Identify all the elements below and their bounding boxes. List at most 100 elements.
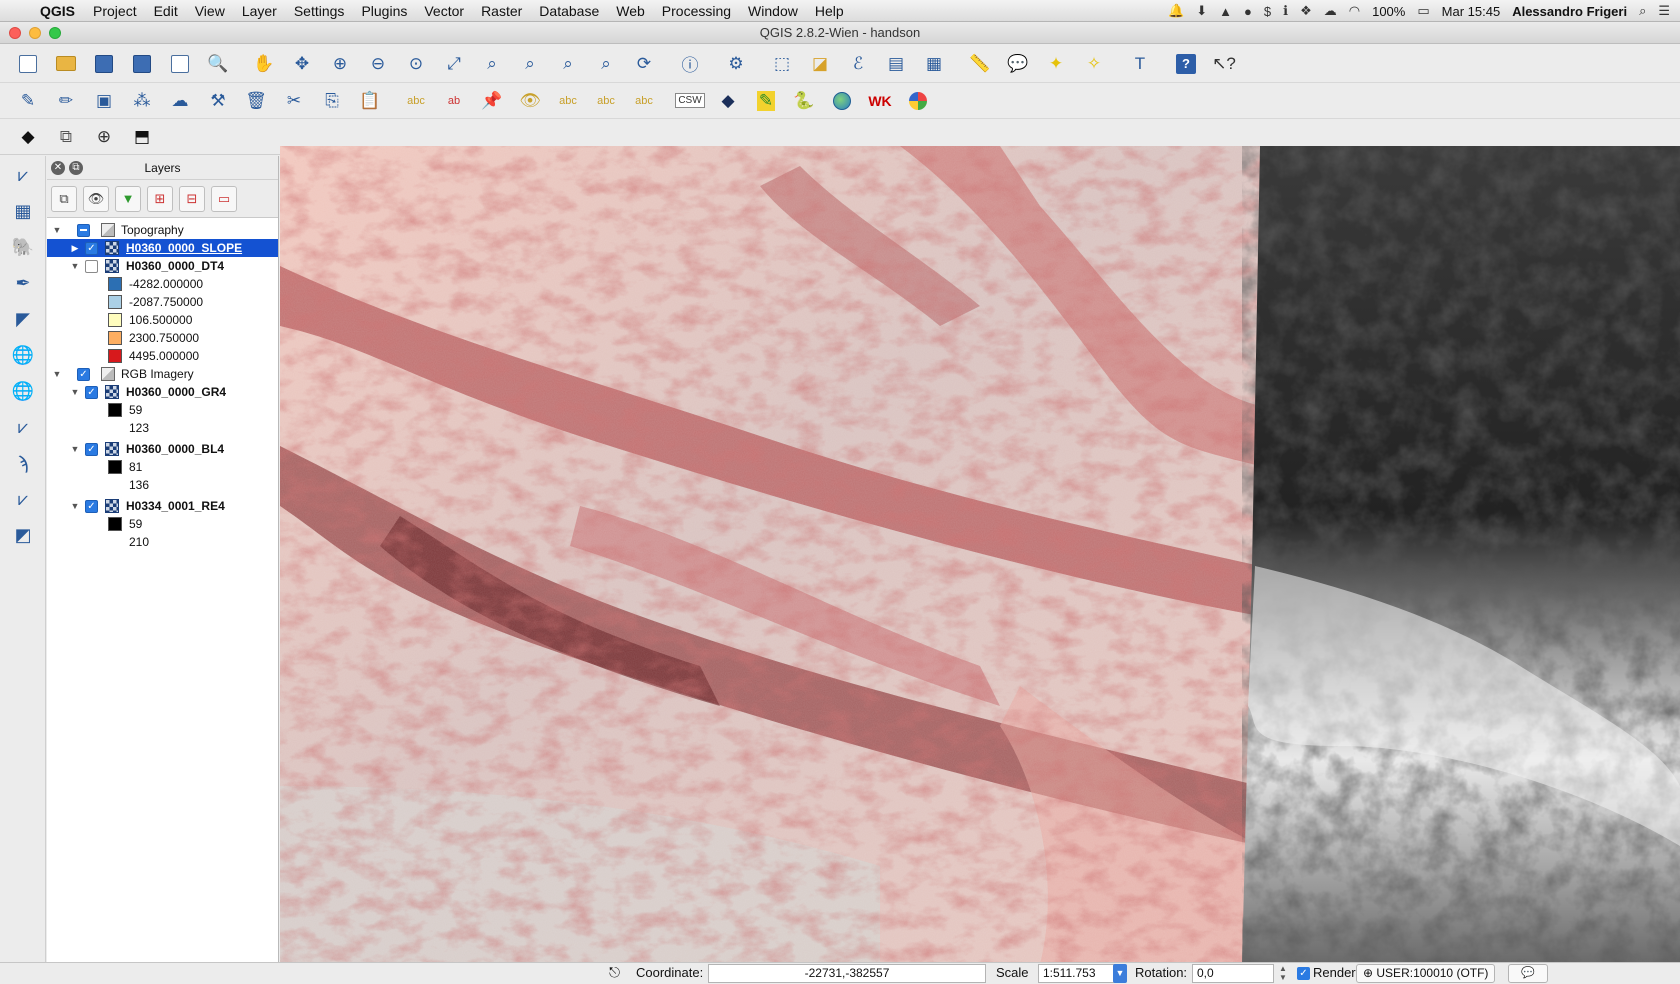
group-checkbox[interactable]: ✓: [77, 367, 90, 381]
layer-labeling-options-button[interactable]: ab: [438, 87, 470, 115]
crs-status-button[interactable]: ⊕ USER:100010 (OTF): [1356, 964, 1496, 983]
zoom-in-button[interactable]: ⊕: [324, 50, 356, 78]
expand-arrow-icon[interactable]: ▼: [69, 387, 81, 397]
layer-checkbox[interactable]: ✓: [85, 499, 98, 513]
metasearch-csw-button[interactable]: CSW: [674, 87, 706, 115]
panel-close-icon[interactable]: ✕: [51, 161, 65, 175]
identify-button[interactable]: ⓘ: [674, 50, 706, 78]
new-project-button[interactable]: [12, 50, 44, 78]
skype-icon[interactable]: $: [1264, 4, 1271, 19]
window-minimize-button[interactable]: [29, 27, 41, 39]
remove-layer-panel-button[interactable]: ▭: [211, 185, 237, 212]
battery-percent[interactable]: 100%: [1372, 4, 1405, 19]
layer-checkbox[interactable]: ✓: [85, 385, 98, 399]
select-features-button[interactable]: ⬚: [766, 50, 798, 78]
messages-button[interactable]: 💬: [1508, 964, 1548, 983]
statistical-summary-button[interactable]: ▦: [918, 50, 950, 78]
layer-item-slope[interactable]: ▶ ✓ H0360_0000_SLOPE: [47, 239, 278, 257]
whats-this-button[interactable]: ↖?: [1208, 50, 1240, 78]
composer-manager-button[interactable]: 🔍: [202, 50, 234, 78]
rotation-stepper-icon[interactable]: ▲ ▼: [1277, 964, 1289, 983]
filter-legend-button[interactable]: ▼: [115, 185, 141, 212]
menu-help[interactable]: Help: [815, 3, 844, 19]
download-icon[interactable]: ⬇: [1196, 3, 1207, 19]
group-checkbox[interactable]: [77, 223, 90, 237]
move-label-button[interactable]: abc: [552, 87, 584, 115]
expand-arrow-icon[interactable]: ▼: [69, 444, 81, 454]
help-contents-button[interactable]: ?: [1170, 50, 1202, 78]
add-delimited-text-button[interactable]: ϡ: [6, 446, 40, 480]
layer-labeling-button[interactable]: abc: [400, 87, 432, 115]
menu-project[interactable]: Project: [93, 3, 137, 19]
download-layer-button[interactable]: ⬒: [126, 123, 158, 151]
layer-item-bl4[interactable]: ▼ ✓ H0360_0000_BL4: [47, 440, 278, 458]
expand-arrow-icon[interactable]: ▼: [51, 369, 63, 379]
window-close-button[interactable]: [9, 27, 21, 39]
select-by-expression-button[interactable]: ℰ: [842, 50, 874, 78]
menu-settings[interactable]: Settings: [294, 3, 345, 19]
layer-checkbox[interactable]: ✓: [85, 241, 98, 255]
wifi-icon[interactable]: ◠: [1349, 3, 1360, 19]
expand-arrow-icon[interactable]: ▼: [69, 261, 81, 271]
collapsed-arrow-icon[interactable]: ▶: [69, 243, 81, 254]
scale-combobox[interactable]: 1:511.753: [1038, 964, 1118, 983]
zoom-out-button[interactable]: ⊖: [362, 50, 394, 78]
zoom-native-button[interactable]: ⊙: [400, 50, 432, 78]
menu-window[interactable]: Window: [748, 3, 798, 19]
paste-features-button[interactable]: 📋: [354, 87, 386, 115]
add-wfs-layer-button[interactable]: ⩗: [6, 410, 40, 444]
open-project-button[interactable]: [50, 50, 82, 78]
cut-features-button[interactable]: ✂: [278, 87, 310, 115]
pin-labels-button[interactable]: 📌: [476, 87, 508, 115]
layer-item-gr4[interactable]: ▼ ✓ H0360_0000_GR4: [47, 383, 278, 401]
spotlight-search-icon[interactable]: ⌕: [1639, 3, 1646, 19]
new-shapefile-button[interactable]: ⩗: [6, 482, 40, 516]
zoom-full-button[interactable]: ⤢: [438, 50, 470, 78]
new-print-composer-button[interactable]: [164, 50, 196, 78]
menu-edit[interactable]: Edit: [154, 3, 178, 19]
deselect-button[interactable]: ◪: [804, 50, 836, 78]
node-tool-button[interactable]: ⚒: [202, 87, 234, 115]
menu-plugins[interactable]: Plugins: [361, 3, 407, 19]
pan-map-button[interactable]: ✋: [248, 50, 280, 78]
scale-dropdown-icon[interactable]: ▼: [1113, 964, 1127, 983]
current-edits-button[interactable]: ✎: [12, 87, 44, 115]
clock[interactable]: Mar 15:45: [1442, 4, 1501, 19]
add-wms-layer-button[interactable]: 🌐: [6, 338, 40, 372]
menu-web[interactable]: Web: [616, 3, 645, 19]
python-console-button[interactable]: 🐍: [788, 87, 820, 115]
info-icon[interactable]: ℹ: [1283, 3, 1288, 19]
expand-all-button[interactable]: ⊞: [147, 185, 173, 212]
attribute-table-button[interactable]: ▤: [880, 50, 912, 78]
zoom-to-layer-button[interactable]: ⌕: [514, 50, 546, 78]
layers-panel-toggle-button[interactable]: ◆: [12, 123, 44, 151]
menu-vector[interactable]: Vector: [424, 3, 464, 19]
text-annotation-button[interactable]: 💬: [1002, 50, 1034, 78]
save-project-button[interactable]: [88, 50, 120, 78]
battery-icon[interactable]: ▭: [1417, 3, 1429, 19]
show-hide-labels-button[interactable]: 👁: [514, 87, 546, 115]
panel-float-icon[interactable]: ⧉: [69, 161, 83, 175]
zoom-last-button[interactable]: ⌕: [552, 50, 584, 78]
notification-center-icon[interactable]: ☰: [1658, 3, 1670, 19]
expand-arrow-icon[interactable]: ▼: [69, 501, 81, 511]
toggle-editing-button[interactable]: ✏: [50, 87, 82, 115]
copy-features-button[interactable]: ⎘: [316, 87, 348, 115]
add-raster-layer-button[interactable]: ▦: [6, 194, 40, 228]
globe-plugin-button[interactable]: [826, 87, 858, 115]
plugin-layer-button[interactable]: ◆: [712, 87, 744, 115]
layer-item-dt4[interactable]: ▼ H0360_0000_DT4: [47, 257, 278, 275]
render-checkbox[interactable]: ✓: [1297, 967, 1310, 980]
plugin-edit-button[interactable]: ✎: [750, 87, 782, 115]
measure-button[interactable]: 📏: [964, 50, 996, 78]
coordinate-toggle-icon[interactable]: ⎋: [609, 964, 620, 981]
show-bookmarks-button[interactable]: ✧: [1078, 50, 1110, 78]
sync-icon[interactable]: ☁: [1324, 3, 1337, 19]
map-canvas[interactable]: [280, 146, 1680, 964]
user-name[interactable]: Alessandro Frigeri: [1512, 4, 1627, 19]
collapse-all-button[interactable]: ⊟: [179, 185, 205, 212]
zoom-next-button[interactable]: ⌕: [590, 50, 622, 78]
manage-visibility-button[interactable]: 👁: [83, 185, 109, 212]
change-label-button[interactable]: abc: [628, 87, 660, 115]
color-plugin-button[interactable]: [902, 87, 934, 115]
